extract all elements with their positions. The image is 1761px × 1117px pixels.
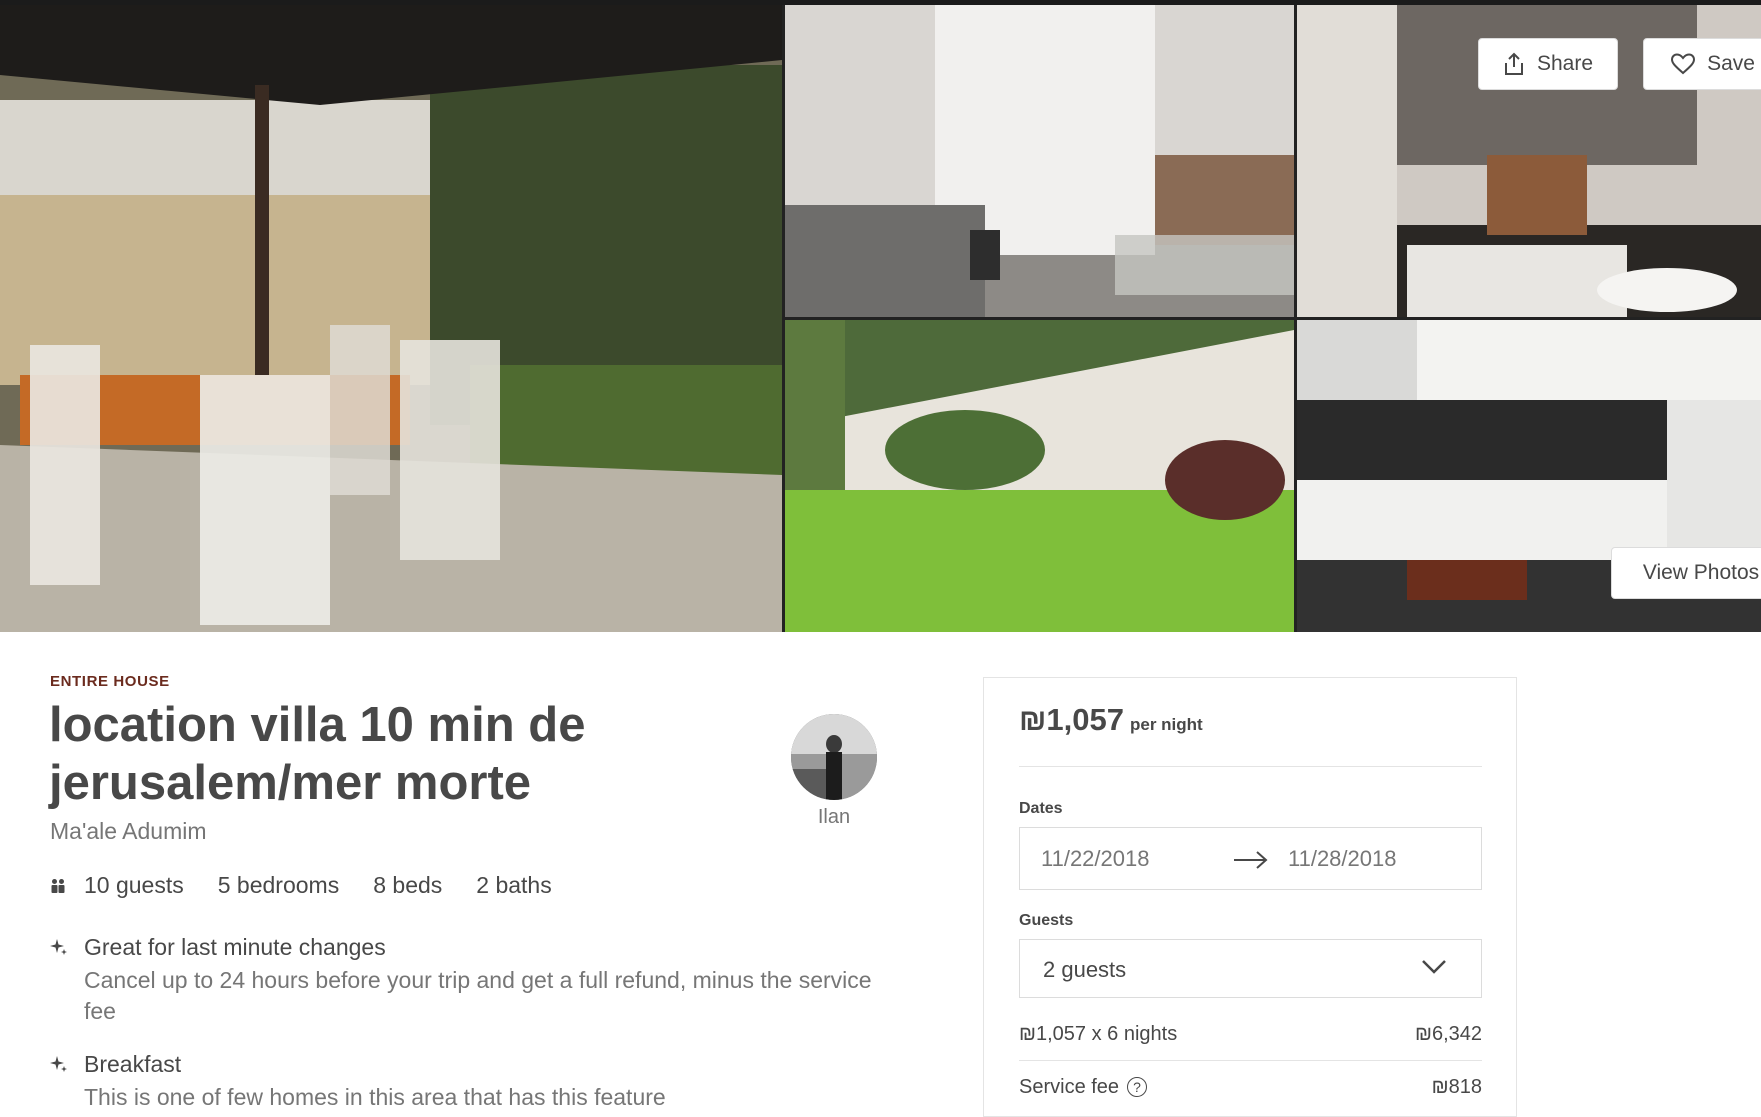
listing-title: location villa 10 min de jerusalem/mer m… (49, 698, 586, 810)
divider (1019, 1060, 1482, 1061)
sparkle-icon (50, 1056, 67, 1072)
guests-value: 2 guests (1043, 957, 1127, 982)
guests-icon (51, 878, 65, 893)
check-out-date[interactable]: 11/28/2018 (1288, 846, 1396, 872)
share-label: Share (1536, 52, 1594, 75)
service-fee-row: Service fee? ₪818 (1019, 1076, 1482, 1099)
stat-beds: 8 beds (373, 872, 443, 898)
heart-icon (1671, 53, 1696, 75)
feature-title: Breakfast (84, 1051, 182, 1077)
guests-select[interactable]: 2 guests (1019, 939, 1482, 998)
arrow-right-icon (1234, 851, 1268, 869)
guests-label: Guests (1019, 912, 1074, 929)
sparkle-icon (50, 939, 67, 955)
service-fee-total: ₪818 (1431, 1076, 1482, 1098)
save-label: Save (1707, 52, 1755, 75)
share-button[interactable]: Share (1478, 38, 1618, 90)
nights-price-total: ₪6,342 (1414, 1023, 1482, 1045)
patio-dining-photo[interactable] (0, 5, 782, 632)
nights-price-label: ₪1,057 x 6 nights (1019, 1023, 1178, 1045)
help-icon[interactable]: ? (1127, 1077, 1148, 1097)
check-in-date[interactable]: 11/22/2018 (1041, 846, 1149, 872)
nightly-price: ₪1,057 per night (1019, 702, 1203, 738)
host-name: Ilan (817, 806, 851, 828)
stat-bedrooms: 5 bedrooms (217, 872, 340, 898)
date-range-picker: 11/22/2018 11/28/2018 (1019, 827, 1482, 890)
stat-guests: 10 guests (84, 872, 184, 898)
chevron-down-icon (1422, 960, 1446, 974)
listing-location[interactable]: Ma'ale Adumim (50, 818, 207, 845)
booking-panel: ₪1,057 per night Dates 11/22/2018 11/28/… (983, 677, 1517, 1117)
service-fee-label: Service fee (1019, 1076, 1120, 1098)
price-amount: ₪1,057 (1019, 702, 1124, 737)
save-button[interactable]: Save (1643, 38, 1761, 90)
nights-price-row: ₪1,057 x 6 nights ₪6,342 (1019, 1023, 1482, 1046)
dates-label: Dates (1019, 800, 1063, 817)
view-photos-button[interactable]: View Photos (1611, 547, 1761, 599)
price-per-night: per night (1129, 715, 1203, 734)
view-photos-label: View Photos (1642, 561, 1760, 584)
feature-description: Cancel up to 24 hours before your trip a… (84, 967, 872, 1024)
listing-kind: ENTIRE HOUSE (50, 673, 170, 690)
listing-stats: 10 guests 5 bedrooms 8 beds 2 baths (50, 872, 586, 899)
feature-title: Great for last minute changes (84, 934, 386, 960)
living-room-photo[interactable] (785, 5, 1294, 317)
divider (1019, 766, 1482, 767)
garden-photo[interactable] (785, 320, 1294, 632)
share-icon (1504, 52, 1523, 75)
stat-baths: 2 baths (476, 872, 552, 898)
feature-description: This is one of few homes in this area th… (84, 1084, 666, 1110)
photo-gallery: Share Save View Photos (0, 0, 1761, 632)
service-fee-label-wrap: Service fee? (1019, 1076, 1148, 1099)
host-profile[interactable]: Ilan (789, 714, 879, 829)
host-avatar[interactable] (791, 714, 877, 800)
